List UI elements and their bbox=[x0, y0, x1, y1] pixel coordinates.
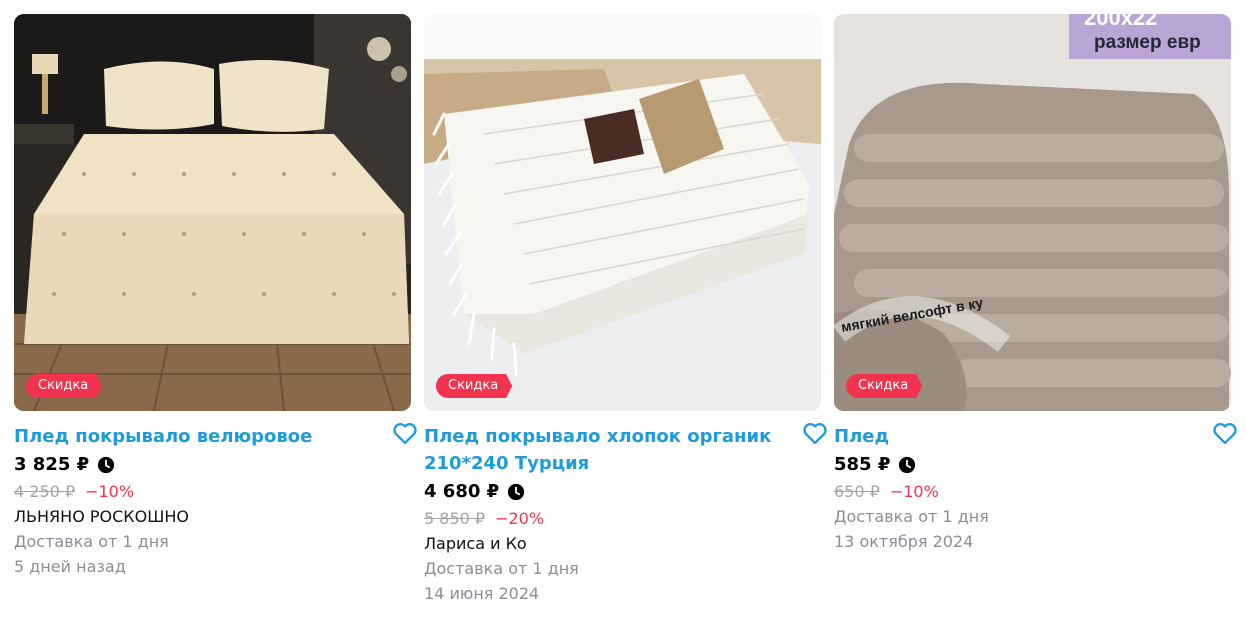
product-price: 3 825 ₽ bbox=[14, 454, 90, 475]
product-title[interactable]: Плед покрывало хлопок органик 210*240 Ту… bbox=[424, 423, 787, 477]
posted-date: 5 дней назад bbox=[14, 557, 126, 576]
product-image[interactable]: 200x22 размер евр мягкий велсофт в ку Ск… bbox=[834, 14, 1231, 411]
seller-name[interactable]: Лариса и Ко bbox=[424, 531, 821, 556]
product-card[interactable]: Скидка Плед покрывало хлопок органик 210… bbox=[424, 14, 827, 606]
posted-date: 14 июня 2024 bbox=[424, 584, 540, 603]
discount-badge: Скидка bbox=[846, 374, 923, 398]
product-grid: Скидка Плед покрывало велюровое 3 825 ₽ … bbox=[0, 0, 1246, 617]
heart-outline-icon[interactable] bbox=[1211, 419, 1239, 447]
posted-date: 13 октября 2024 bbox=[834, 532, 974, 551]
delivery-info: Доставка от 1 дня bbox=[424, 559, 579, 578]
product-image-waffle-blanket bbox=[424, 14, 821, 411]
delivery-info: Доставка от 1 дня bbox=[834, 507, 989, 526]
heart-outline-icon[interactable] bbox=[391, 419, 419, 447]
clock-icon bbox=[899, 456, 916, 474]
product-image-plush-blanket: 200x22 размер евр мягкий велсофт в ку bbox=[834, 14, 1231, 411]
product-card[interactable]: Скидка Плед покрывало велюровое 3 825 ₽ … bbox=[14, 14, 417, 579]
product-price: 585 ₽ bbox=[834, 454, 891, 475]
product-title[interactable]: Плед bbox=[834, 423, 1197, 450]
product-card[interactable]: 200x22 размер евр мягкий велсофт в ку Ск… bbox=[834, 14, 1237, 554]
product-image-bedspread bbox=[14, 14, 411, 411]
clock-icon bbox=[98, 456, 115, 474]
product-image[interactable]: Скидка bbox=[424, 14, 821, 411]
old-price: 4 250 ₽ bbox=[14, 481, 76, 501]
product-title[interactable]: Плед покрывало велюровое bbox=[14, 423, 377, 450]
image-text-euro: размер евр bbox=[1094, 32, 1201, 53]
clock-icon bbox=[508, 483, 525, 501]
discount-percent: −10% bbox=[85, 481, 135, 501]
product-price: 4 680 ₽ bbox=[424, 481, 500, 502]
discount-badge: Скидка bbox=[26, 374, 103, 398]
seller-name[interactable]: ЛЬНЯНО РОСКОШНО bbox=[14, 504, 411, 529]
image-text-size: 200x22 bbox=[1084, 14, 1157, 30]
discount-percent: −10% bbox=[889, 481, 939, 501]
heart-outline-icon[interactable] bbox=[801, 419, 829, 447]
old-price: 5 850 ₽ bbox=[424, 508, 486, 528]
discount-percent: −20% bbox=[495, 508, 545, 528]
old-price: 650 ₽ bbox=[834, 481, 880, 501]
discount-badge: Скидка bbox=[436, 374, 513, 398]
delivery-info: Доставка от 1 дня bbox=[14, 532, 169, 551]
product-image[interactable]: Скидка bbox=[14, 14, 411, 411]
